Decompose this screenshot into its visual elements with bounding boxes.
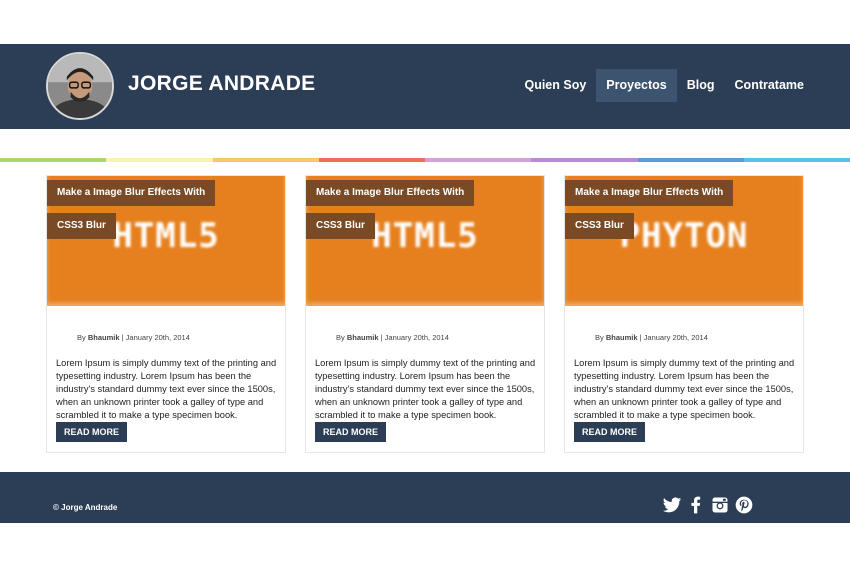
read-more-button[interactable]: READ MORE — [574, 422, 646, 442]
rainbow-segment — [531, 158, 638, 162]
card-excerpt: Lorem Ipsum is simply dummy text of the … — [315, 358, 536, 420]
card-title-line-2[interactable]: CSS3 Blur — [47, 213, 116, 239]
card-meta: By Bhaumik | January 20th, 2014 — [336, 333, 449, 342]
site-footer: © Jorge Andrade — [0, 472, 850, 523]
card-title-line-2[interactable]: CSS3 Blur — [565, 213, 634, 239]
meta-author[interactable]: Bhaumik — [606, 333, 638, 342]
meta-by: By — [595, 333, 604, 342]
rainbow-segment — [0, 158, 107, 162]
nav-item-proyectos[interactable]: Proyectos — [596, 69, 677, 102]
project-card: PHYTON Make a Image Blur Effects With CS… — [564, 175, 804, 453]
copyright-text: © Jorge Andrade — [53, 503, 118, 512]
meta-date: | January 20th, 2014 — [639, 333, 708, 342]
card-image[interactable]: PHYTON Make a Image Blur Effects With CS… — [565, 176, 803, 306]
meta-by: By — [336, 333, 345, 342]
card-meta: By Bhaumik | January 20th, 2014 — [595, 333, 708, 342]
rainbow-segment — [743, 158, 850, 162]
avatar[interactable] — [46, 52, 114, 120]
instagram-icon[interactable] — [710, 495, 730, 515]
site-title[interactable]: JORGE ANDRADE — [128, 72, 315, 96]
meta-by: By — [77, 333, 86, 342]
rainbow-segment — [425, 158, 532, 162]
meta-author[interactable]: Bhaumik — [347, 333, 379, 342]
pinterest-icon[interactable] — [734, 495, 754, 515]
meta-date: | January 20th, 2014 — [380, 333, 449, 342]
social-links — [662, 495, 758, 515]
nav-item-quien-soy[interactable]: Quien Soy — [514, 69, 596, 102]
project-card: HTML5 Make a Image Blur Effects With CSS… — [305, 175, 545, 453]
rainbow-segment — [318, 158, 425, 162]
facebook-icon[interactable] — [686, 495, 706, 515]
rainbow-divider — [0, 158, 850, 162]
card-image[interactable]: HTML5 Make a Image Blur Effects With CSS… — [306, 176, 544, 306]
meta-author[interactable]: Bhaumik — [88, 333, 120, 342]
read-more-button[interactable]: READ MORE — [56, 422, 128, 442]
card-meta: By Bhaumik | January 20th, 2014 — [77, 333, 190, 342]
project-card: HTML5 Make a Image Blur Effects With CSS… — [46, 175, 286, 453]
card-excerpt: Lorem Ipsum is simply dummy text of the … — [56, 358, 277, 420]
main-nav: Quien Soy Proyectos Blog Contratame — [514, 69, 814, 102]
rainbow-segment — [637, 158, 744, 162]
nav-item-contratame[interactable]: Contratame — [725, 69, 814, 102]
rainbow-segment — [106, 158, 213, 162]
meta-date: | January 20th, 2014 — [121, 333, 190, 342]
twitter-icon[interactable] — [662, 495, 682, 515]
nav-item-blog[interactable]: Blog — [677, 69, 725, 102]
card-excerpt: Lorem Ipsum is simply dummy text of the … — [574, 358, 795, 420]
card-image[interactable]: HTML5 Make a Image Blur Effects With CSS… — [47, 176, 285, 306]
card-title-line-1[interactable]: Make a Image Blur Effects With — [47, 180, 216, 206]
site-header: JORGE ANDRADE Quien Soy Proyectos Blog C… — [0, 44, 850, 129]
card-title-line-2[interactable]: CSS3 Blur — [306, 213, 375, 239]
card-title-line-1[interactable]: Make a Image Blur Effects With — [306, 180, 475, 206]
rainbow-segment — [212, 158, 319, 162]
read-more-button[interactable]: READ MORE — [315, 422, 387, 442]
card-title-line-1[interactable]: Make a Image Blur Effects With — [565, 180, 734, 206]
